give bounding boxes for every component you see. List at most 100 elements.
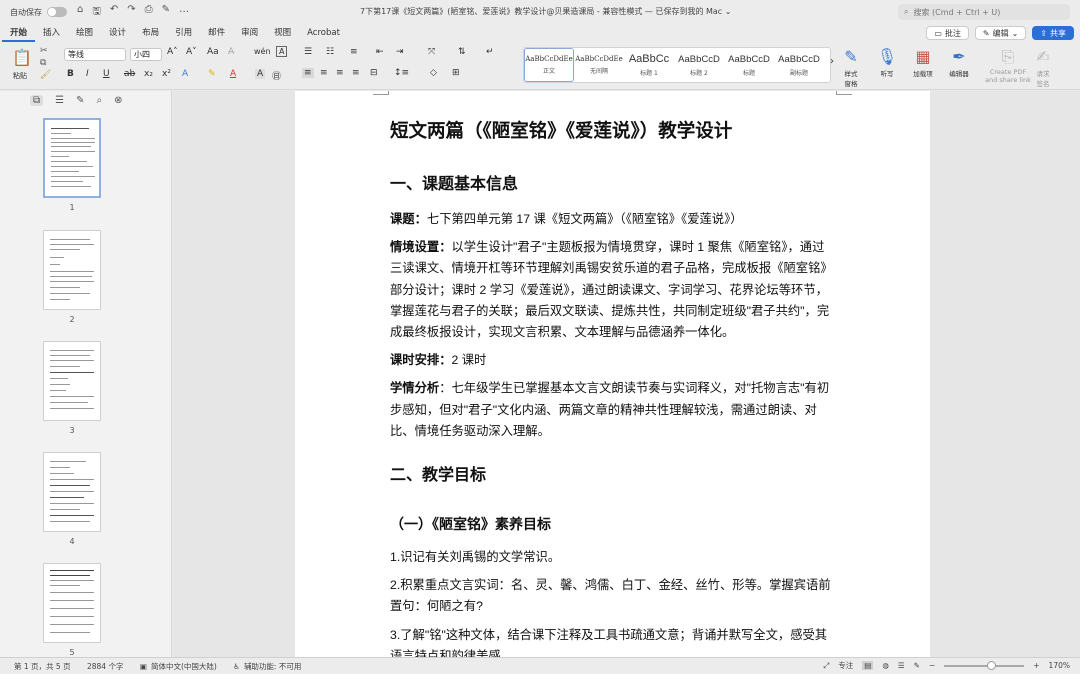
tab-view[interactable]: 视图 (266, 24, 299, 42)
accessibility[interactable]: 辅助功能: 不可用 (244, 662, 301, 671)
asian-layout-icon[interactable]: ⤧ (428, 47, 435, 57)
subscript-icon[interactable]: x₂ (144, 69, 153, 79)
zoom-slider[interactable] (944, 660, 1025, 670)
page-thumbnail[interactable] (43, 230, 101, 310)
bullets-icon[interactable]: ☰ (304, 47, 312, 57)
word-count[interactable]: 2884 个字 (87, 662, 123, 671)
superscript-icon[interactable]: x² (162, 69, 171, 79)
text-effects-icon[interactable]: A (182, 69, 188, 79)
zoom-in-icon[interactable]: + (1033, 661, 1039, 670)
thumbnails-icon[interactable]: ⧉ (30, 95, 44, 106)
underline-icon[interactable]: U (103, 69, 110, 79)
sort-icon[interactable]: ⇅ (458, 47, 466, 57)
tab-insert[interactable]: 插入 (35, 24, 68, 42)
share-button[interactable]: ⇪ 共享 (1032, 26, 1074, 40)
document-canvas[interactable]: 短文两篇（《陋室铭》《爱莲说》）教学设计 一、课题基本信息 课题：七下第四单元第… (173, 91, 1080, 657)
strikethrough-icon[interactable]: ab (124, 69, 135, 79)
search-input[interactable]: ⌕ 搜索 (Cmd + Ctrl + U) (898, 4, 1070, 20)
italic-icon[interactable]: I (86, 69, 89, 79)
page-thumbnail[interactable] (43, 452, 101, 532)
shading-icon[interactable]: A (255, 69, 266, 79)
page-thumbnail[interactable] (43, 341, 101, 421)
increase-indent-icon[interactable]: ⇥ (396, 47, 404, 57)
draw-icon[interactable]: ✎ (162, 4, 170, 21)
align-left-icon[interactable]: ≡ (302, 68, 314, 78)
undo-icon[interactable]: ↶ (110, 4, 118, 21)
style-normal[interactable]: AaBbCcDdEe 正文 (524, 48, 574, 82)
addins-button[interactable]: ▦ 加载项 (906, 46, 940, 78)
tab-draw[interactable]: 绘图 (68, 24, 101, 42)
editor-button[interactable]: ✒ 编辑器 (942, 46, 976, 78)
more-icon[interactable]: … (179, 4, 189, 21)
tab-layout[interactable]: 布局 (134, 24, 167, 42)
justify-icon[interactable]: ≡ (352, 68, 360, 78)
tab-design[interactable]: 设计 (101, 24, 134, 42)
copy-icon[interactable]: ⧉ (40, 58, 46, 68)
accessibility-icon[interactable]: ♿ (233, 662, 240, 671)
outline-icon[interactable]: ☰ (55, 95, 64, 106)
comment-button[interactable]: ▭ 批注 (926, 26, 969, 40)
page-count[interactable]: 第 1 页，共 5 页 (14, 662, 71, 671)
create-pdf-button[interactable]: ⎘ Create PDF and share link (982, 46, 1034, 84)
autosave-toggle[interactable] (47, 7, 67, 17)
align-center-icon[interactable]: ≡ (320, 68, 328, 78)
paste-label[interactable]: 粘贴 (13, 71, 27, 81)
page-thumbnail[interactable] (43, 118, 101, 198)
print-icon[interactable]: ⎙ (145, 4, 153, 21)
style-heading-1[interactable]: AaBbCc 标题 1 (624, 48, 674, 82)
style-heading-2[interactable]: AaBbCcD 标题 2 (674, 48, 724, 82)
borders-icon[interactable]: ⊞ (452, 68, 460, 78)
dictate-button[interactable]: 🎙 听写 (870, 46, 904, 78)
style-title[interactable]: AaBbCcD 标题 (724, 48, 774, 82)
tab-acrobat[interactable]: Acrobat (299, 24, 348, 42)
font-name-select[interactable]: 等线 (64, 48, 126, 61)
highlight-icon[interactable]: ✎ (208, 69, 216, 79)
home-icon[interactable]: ⌂ (77, 4, 83, 21)
edit-button[interactable]: ✎ 编辑 ⌄ (974, 26, 1027, 40)
page-thumbnail[interactable] (43, 563, 101, 643)
style-subtitle[interactable]: AaBbCcD 副标题 (774, 48, 824, 82)
multilevel-icon[interactable]: ≡ (350, 47, 358, 57)
draft-view-icon[interactable]: ✎ (914, 661, 920, 670)
decrease-indent-icon[interactable]: ⇤ (376, 47, 384, 57)
proofing-icon[interactable]: ▣ (140, 662, 147, 671)
document-body[interactable]: 短文两篇（《陋室铭》《爱莲说》）教学设计 一、课题基本信息 课题：七下第四单元第… (390, 117, 835, 657)
request-signature-button[interactable]: ✍ 请求 签名 (1028, 46, 1058, 88)
print-layout-icon[interactable]: ▤ (862, 661, 874, 670)
font-color-icon[interactable]: A (230, 69, 236, 79)
style-no-spacing[interactable]: AaBbCcDdEe 无间隔 (574, 48, 624, 82)
close-icon[interactable]: ⊗ (114, 95, 122, 106)
distributed-icon[interactable]: ⊟ (370, 68, 378, 78)
enclose-char-icon[interactable]: ㊐ (272, 69, 281, 82)
bold-icon[interactable]: B (67, 69, 74, 79)
tab-review[interactable]: 审阅 (233, 24, 266, 42)
change-case-icon[interactable]: Aa (207, 47, 219, 57)
web-layout-icon[interactable]: ◍ (882, 661, 889, 670)
format-painter-icon[interactable]: 🖌 (40, 70, 51, 80)
tab-mailings[interactable]: 邮件 (200, 24, 233, 42)
tab-home[interactable]: 开始 (2, 24, 36, 42)
search-icon[interactable]: ⌕ (97, 95, 103, 106)
font-size-select[interactable]: 小四 (130, 48, 162, 61)
cut-icon[interactable]: ✂ (40, 46, 48, 56)
redo-icon[interactable]: ↷ (127, 4, 135, 21)
zoom-level[interactable]: 170% (1049, 661, 1070, 670)
focus-icon[interactable]: ⤢ (823, 661, 829, 671)
zoom-slider-knob[interactable] (986, 660, 996, 670)
paragraph-shading-icon[interactable]: ◇ (430, 68, 437, 78)
clear-format-icon[interactable]: A̶ (228, 47, 234, 57)
line-spacing-icon[interactable]: ↕≡ (394, 68, 409, 78)
phonetic-icon[interactable]: wén (254, 47, 271, 56)
save-icon[interactable]: 🖫 (92, 4, 101, 21)
numbering-icon[interactable]: ☷ (326, 47, 334, 57)
styles-pane-button[interactable]: ✎ 样式 窗格 (834, 46, 868, 88)
language[interactable]: 简体中文(中国大陆) (151, 662, 217, 671)
document-page[interactable]: 短文两篇（《陋室铭》《爱莲说》）教学设计 一、课题基本信息 课题：七下第四单元第… (295, 91, 930, 657)
align-right-icon[interactable]: ≡ (336, 68, 344, 78)
tab-references[interactable]: 引用 (167, 24, 200, 42)
char-border-icon[interactable]: A (276, 46, 288, 57)
clipboard-icon[interactable]: 📋 (12, 48, 32, 67)
shrink-font-icon[interactable]: A˅ (186, 47, 197, 57)
zoom-out-icon[interactable]: − (929, 661, 935, 670)
focus-label[interactable]: 专注 (838, 660, 853, 671)
